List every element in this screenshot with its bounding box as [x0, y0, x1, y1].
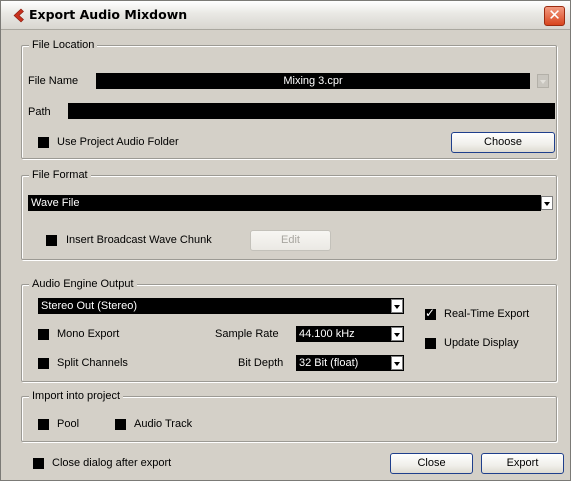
file-location-legend: File Location	[29, 39, 98, 52]
close-dialog-after-export-label: Close dialog after export	[52, 457, 172, 469]
file-name-dropdown-arrow	[537, 74, 549, 88]
file-format-group: File Format Wave File Insert Broadcast W…	[21, 169, 557, 260]
path-field[interactable]	[68, 103, 555, 119]
close-button[interactable]: Close	[390, 453, 473, 474]
sample-rate-label: Sample Rate	[215, 328, 279, 340]
edit-button[interactable]: Edit	[250, 230, 331, 251]
use-project-audio-folder-checkbox[interactable]	[38, 137, 49, 148]
audio-engine-output-group: Audio Engine Output Stereo Out (Stereo) …	[21, 278, 557, 382]
bit-depth-dropdown-arrow[interactable]	[391, 356, 403, 370]
update-display-label: Update Display	[444, 337, 519, 349]
file-format-dropdown-arrow[interactable]	[541, 196, 553, 210]
close-window-button[interactable]: ✕	[544, 6, 565, 26]
real-time-export-label: Real-Time Export	[444, 308, 530, 320]
file-name-field[interactable]: Mixing 3.cpr	[96, 73, 530, 89]
mono-export-label: Mono Export	[57, 328, 120, 340]
export-audio-mixdown-dialog: Export Audio Mixdown ✕ File Location Fil…	[0, 0, 571, 481]
bit-depth-label: Bit Depth	[238, 357, 284, 369]
real-time-export-checkbox[interactable]	[425, 306, 436, 320]
audio-track-label: Audio Track	[134, 418, 193, 430]
bit-depth-select[interactable]: 32 Bit (float)	[296, 355, 404, 371]
update-display-checkbox[interactable]	[425, 338, 436, 349]
insert-broadcast-wave-chunk-checkbox[interactable]	[46, 235, 57, 246]
pool-label: Pool	[57, 418, 80, 430]
split-channels-checkbox[interactable]	[38, 358, 49, 369]
audio-track-checkbox[interactable]	[115, 419, 126, 430]
path-label: Path	[28, 106, 51, 118]
title-bar[interactable]: Export Audio Mixdown ✕	[1, 1, 570, 30]
sample-rate-select[interactable]: 44.100 kHz	[296, 326, 404, 342]
file-location-group: File Location File Name Mixing 3.cpr Pat…	[21, 39, 557, 159]
choose-button[interactable]: Choose	[451, 132, 555, 153]
import-into-project-group: Import into project Pool Audio Track	[21, 390, 557, 442]
cubase-chevron-icon	[13, 8, 24, 23]
file-name-label: File Name	[28, 75, 79, 87]
import-into-project-legend: Import into project	[29, 390, 124, 403]
mono-export-checkbox[interactable]	[38, 329, 49, 340]
sample-rate-dropdown-arrow[interactable]	[391, 327, 403, 341]
split-channels-label: Split Channels	[57, 357, 128, 369]
export-button[interactable]: Export	[481, 453, 564, 474]
pool-checkbox[interactable]	[38, 419, 49, 430]
close-icon: ✕	[548, 6, 561, 24]
insert-broadcast-wave-chunk-label: Insert Broadcast Wave Chunk	[66, 234, 212, 246]
output-bus-dropdown-arrow[interactable]	[391, 299, 403, 313]
window-title: Export Audio Mixdown	[29, 7, 188, 22]
file-format-select[interactable]: Wave File	[28, 195, 541, 211]
audio-engine-output-legend: Audio Engine Output	[29, 278, 137, 291]
output-bus-select[interactable]: Stereo Out (Stereo)	[38, 298, 404, 314]
file-format-legend: File Format	[29, 169, 91, 182]
close-dialog-after-export-checkbox[interactable]	[33, 458, 44, 469]
use-project-audio-folder-label: Use Project Audio Folder	[57, 136, 179, 148]
